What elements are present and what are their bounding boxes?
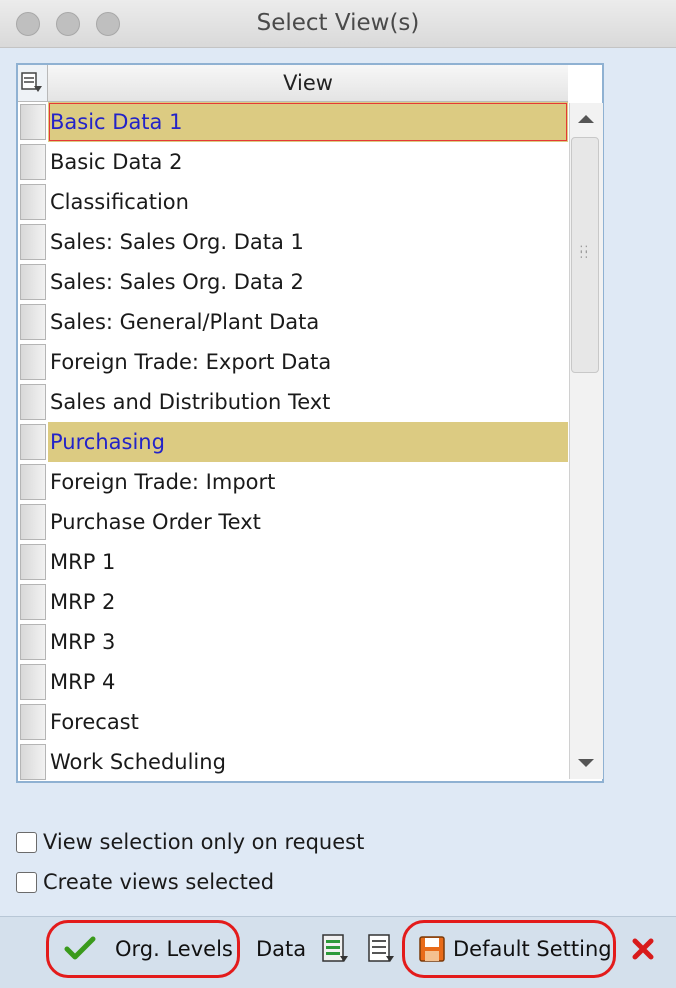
view-item-label[interactable]: Forecast (48, 702, 568, 742)
table-row[interactable]: MRP 2 (18, 582, 568, 622)
table-row[interactable]: Forecast (18, 702, 568, 742)
view-item-label[interactable]: MRP 1 (48, 542, 568, 582)
select-all-icon (322, 934, 348, 962)
view-item-label[interactable]: MRP 3 (48, 622, 568, 662)
select-all-button[interactable] (320, 920, 352, 978)
table-row[interactable]: Purchasing (18, 422, 568, 462)
save-default-icon (419, 936, 445, 962)
org-levels-label: Org. Levels (115, 937, 233, 961)
view-item-label[interactable]: Classification (48, 182, 568, 222)
row-selector[interactable] (20, 384, 46, 420)
row-selector[interactable] (20, 184, 46, 220)
data-label: Data (256, 937, 307, 961)
view-item-label[interactable]: Basic Data 2 (48, 142, 568, 182)
default-setting-button[interactable]: Default Setting (402, 920, 616, 978)
grip-icon: ∷ ∷ (580, 242, 588, 262)
view-item-label[interactable]: Sales: Sales Org. Data 1 (48, 222, 568, 262)
row-selector[interactable] (20, 224, 46, 260)
table-rows: Basic Data 1 Basic Data 2 Classification… (18, 102, 568, 782)
deselect-all-icon (368, 934, 394, 962)
row-selector[interactable] (20, 304, 46, 340)
view-item-label[interactable]: Foreign Trade: Export Data (48, 342, 568, 382)
row-selector[interactable] (20, 664, 46, 700)
table-row[interactable]: Foreign Trade: Import (18, 462, 568, 502)
row-selector[interactable] (20, 584, 46, 620)
scroll-up-icon[interactable] (578, 115, 594, 123)
row-selector[interactable] (20, 744, 46, 780)
default-setting-label: Default Setting (453, 937, 612, 961)
view-selection-checkbox[interactable] (16, 831, 37, 853)
view-item-label[interactable]: Sales and Distribution Text (48, 382, 568, 422)
view-selection-option[interactable]: View selection only on request (16, 830, 364, 854)
close-x-icon (632, 938, 654, 960)
table-row[interactable]: Purchase Order Text (18, 502, 568, 542)
table-row[interactable]: Sales: Sales Org. Data 1 (18, 222, 568, 262)
view-item-label[interactable]: MRP 4 (48, 662, 568, 702)
row-selector[interactable] (20, 544, 46, 580)
table-row[interactable]: Basic Data 1 (18, 102, 568, 142)
vertical-scrollbar[interactable]: ∷ ∷ (569, 103, 603, 779)
create-views-checkbox[interactable] (16, 871, 37, 893)
table-row[interactable]: Sales: Sales Org. Data 2 (18, 262, 568, 302)
row-selector[interactable] (20, 264, 46, 300)
table-row[interactable]: MRP 4 (18, 662, 568, 702)
table-header: View (18, 65, 568, 102)
cancel-button[interactable] (630, 920, 656, 978)
table-row[interactable]: MRP 1 (18, 542, 568, 582)
table-row[interactable]: MRP 3 (18, 622, 568, 662)
view-item-label[interactable]: Purchasing (48, 422, 568, 462)
view-table: View Basic Data 1 Basic Data 2 Classific… (16, 63, 604, 783)
view-selection-label: View selection only on request (43, 830, 365, 854)
title-bar: Select View(s) (0, 0, 676, 48)
table-row[interactable]: Sales and Distribution Text (18, 382, 568, 422)
row-selector[interactable] (20, 504, 46, 540)
deselect-all-button[interactable] (366, 920, 398, 978)
table-row[interactable]: Basic Data 2 (18, 142, 568, 182)
scroll-down-icon[interactable] (578, 759, 594, 767)
table-row[interactable]: Classification (18, 182, 568, 222)
row-selector[interactable] (20, 424, 46, 460)
row-selector[interactable] (20, 624, 46, 660)
table-row[interactable]: Foreign Trade: Export Data (18, 342, 568, 382)
table-row[interactable]: Sales: General/Plant Data (18, 302, 568, 342)
data-button[interactable]: Data (256, 920, 306, 978)
view-item-label[interactable]: Basic Data 1 (48, 102, 568, 142)
table-settings-icon (21, 72, 42, 92)
org-levels-button[interactable]: Org. Levels (46, 920, 240, 978)
row-selector[interactable] (20, 344, 46, 380)
checkmark-icon (64, 936, 96, 960)
window-title: Select View(s) (256, 10, 420, 36)
view-item-label[interactable]: Sales: General/Plant Data (48, 302, 568, 342)
scroll-thumb[interactable]: ∷ ∷ (571, 137, 599, 373)
view-item-label[interactable]: Sales: Sales Org. Data 2 (48, 262, 568, 302)
column-header-view[interactable]: View (48, 65, 568, 101)
view-item-label[interactable]: MRP 2 (48, 582, 568, 622)
row-selector[interactable] (20, 704, 46, 740)
row-selector[interactable] (20, 144, 46, 180)
create-views-label: Create views selected (43, 870, 275, 894)
row-selector[interactable] (20, 104, 46, 140)
table-settings-button[interactable] (18, 65, 48, 101)
table-row[interactable]: Work Scheduling (18, 742, 568, 782)
view-item-label[interactable]: Foreign Trade: Import (48, 462, 568, 502)
create-views-option[interactable]: Create views selected (16, 870, 274, 894)
view-item-label[interactable]: Work Scheduling (48, 742, 568, 782)
row-selector[interactable] (20, 464, 46, 500)
view-item-label[interactable]: Purchase Order Text (48, 502, 568, 542)
